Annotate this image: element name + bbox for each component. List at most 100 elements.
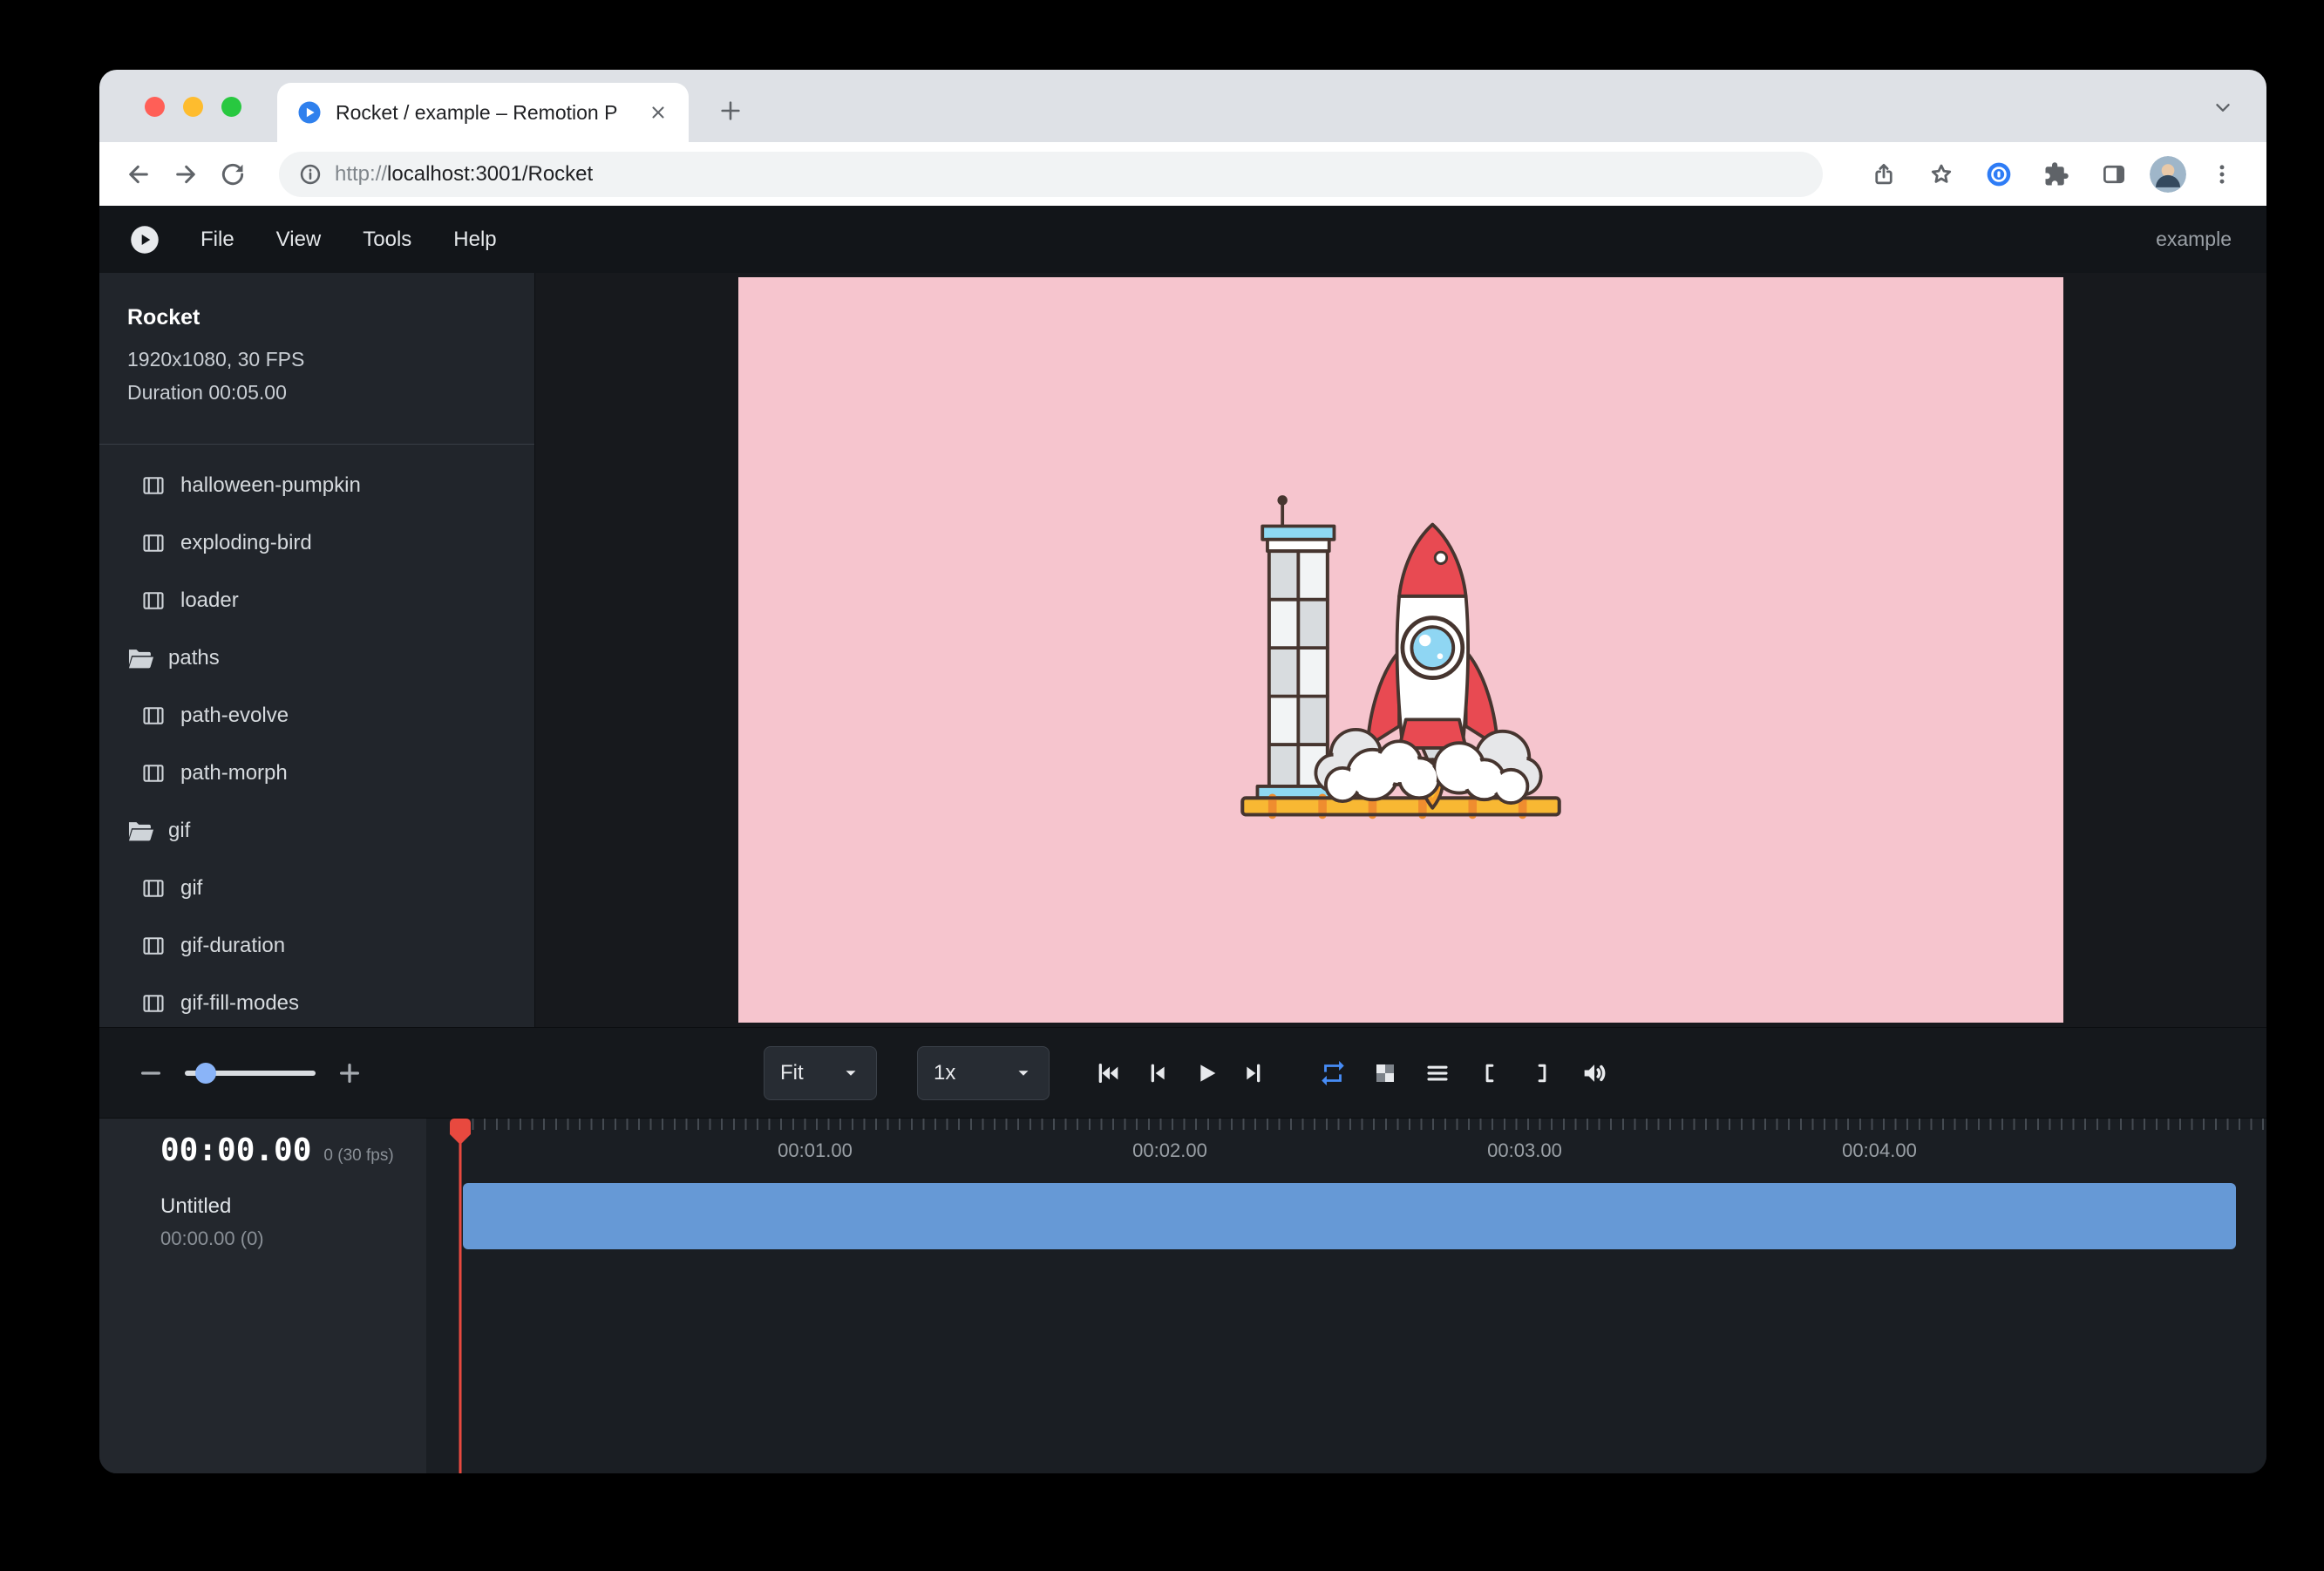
new-tab-button[interactable] [710, 90, 751, 132]
main-area: Rocket 1920x1080, 30 FPS Duration 00:05.… [99, 273, 2266, 1027]
previous-frame-icon[interactable] [1142, 1058, 1172, 1088]
playback-speed-value: 1x [934, 1061, 955, 1085]
zoom-in-icon[interactable] [335, 1058, 364, 1088]
view-toggles [1318, 1028, 1609, 1118]
track-name: Untitled [160, 1194, 426, 1219]
share-icon[interactable] [1862, 153, 1906, 196]
ruler-label: 00:04.00 [1842, 1139, 1917, 1162]
next-frame-icon[interactable] [1240, 1058, 1269, 1088]
volume-icon[interactable] [1580, 1058, 1609, 1088]
film-icon [141, 761, 166, 786]
timeline-track-bar[interactable] [463, 1183, 2236, 1249]
menu-view[interactable]: View [255, 219, 343, 261]
back-icon[interactable] [115, 151, 162, 198]
timeline-lane[interactable]: 00:01.00 00:02.00 00:03.00 00:04.00 [426, 1119, 2266, 1473]
ruler-label: 00:02.00 [1132, 1139, 1207, 1162]
canvas-size-value: Fit [780, 1061, 804, 1085]
folder-item[interactable]: gif [99, 802, 534, 860]
open-folder-icon [126, 816, 155, 846]
film-icon [141, 991, 166, 1016]
composition-label: loader [180, 588, 239, 613]
profile-avatar[interactable] [2150, 156, 2186, 193]
forward-icon[interactable] [162, 151, 209, 198]
transparency-checkerboard-icon[interactable] [1370, 1058, 1400, 1088]
timecode-value: 00:00.00 [160, 1132, 311, 1168]
loop-icon[interactable] [1318, 1058, 1348, 1088]
bookmark-star-icon[interactable] [1920, 153, 1963, 196]
menu-file[interactable]: File [180, 219, 255, 261]
folder-item[interactable]: paths [99, 629, 534, 687]
video-canvas [738, 277, 2063, 1023]
zoom-out-icon[interactable] [136, 1058, 166, 1088]
tab-strip: Rocket / example – Remotion P [99, 70, 2266, 142]
onepassword-extension-icon[interactable] [1977, 153, 2021, 196]
composition-label: exploding-bird [180, 531, 312, 555]
timeline-panel: 00:00.00 0 (30 fps) Untitled 00:00.00 (0… [99, 1118, 2266, 1473]
folder-label: gif [168, 819, 190, 843]
composition-item[interactable]: loader [99, 572, 534, 629]
minimize-window-button[interactable] [183, 97, 203, 117]
close-window-button[interactable] [145, 97, 165, 117]
composition-label: path-evolve [180, 704, 289, 728]
ruler-label: 00:03.00 [1487, 1139, 1562, 1162]
fullscreen-window-button[interactable] [221, 97, 241, 117]
composition-item[interactable]: gif [99, 860, 534, 917]
open-folder-icon [126, 643, 155, 673]
composition-item[interactable]: path-morph [99, 745, 534, 802]
folder-label: paths [168, 646, 220, 670]
url-field[interactable]: http://localhost:3001/Rocket [279, 152, 1823, 197]
browser-tab[interactable]: Rocket / example – Remotion P [277, 83, 689, 142]
remotion-logo-icon[interactable] [129, 224, 160, 255]
composition-item[interactable]: path-evolve [99, 687, 534, 745]
project-name-label: example [2156, 228, 2237, 251]
film-icon [141, 704, 166, 728]
composition-label: gif-duration [180, 934, 285, 958]
browser-menu-kebab-icon[interactable] [2200, 153, 2244, 196]
chevron-down-icon [841, 1064, 860, 1083]
traffic-lights [145, 97, 241, 117]
composition-item[interactable]: gif-duration [99, 917, 534, 975]
site-info-icon[interactable] [298, 162, 323, 187]
composition-label: halloween-pumpkin [180, 473, 361, 498]
timeline-rows-icon[interactable] [1423, 1058, 1452, 1088]
preview-area [535, 273, 2266, 1027]
playhead-handle[interactable] [450, 1119, 471, 1145]
playhead-line[interactable] [459, 1119, 462, 1473]
side-panel-icon[interactable] [2092, 153, 2136, 196]
composition-specs: 1920x1080, 30 FPS [127, 343, 506, 376]
film-icon [141, 876, 166, 901]
reload-icon[interactable] [209, 151, 256, 198]
frame-counter: 0 (30 fps) [323, 1146, 393, 1166]
playback-toolbar: Fit 1x [99, 1027, 2266, 1118]
zoom-slider[interactable] [185, 1071, 316, 1076]
tab-close-icon[interactable] [643, 98, 673, 127]
menu-tools[interactable]: Tools [342, 219, 432, 261]
compositions-sidebar: Rocket 1920x1080, 30 FPS Duration 00:05.… [99, 273, 535, 1027]
menu-help[interactable]: Help [432, 219, 517, 261]
tab-title: Rocket / example – Remotion P [336, 101, 630, 125]
composition-list: halloween-pumpkin exploding-bird loader … [99, 445, 534, 1027]
composition-label: gif [180, 876, 202, 901]
jump-to-start-icon[interactable] [1093, 1058, 1123, 1088]
tab-search-chevron-icon[interactable] [2204, 88, 2242, 126]
address-bar: http://localhost:3001/Rocket [99, 142, 2266, 206]
extensions-puzzle-icon[interactable] [2035, 153, 2078, 196]
composition-item[interactable]: gif-fill-modes [99, 975, 534, 1027]
film-icon [141, 473, 166, 498]
out-point-bracket-icon[interactable] [1527, 1058, 1557, 1088]
ruler-label: 00:01.00 [778, 1139, 853, 1162]
timeline-left-column: 00:00.00 0 (30 fps) Untitled 00:00.00 (0… [99, 1119, 426, 1473]
zoom-slider-knob[interactable] [195, 1063, 216, 1084]
composition-name: Rocket [127, 304, 506, 330]
track-range: 00:00.00 (0) [160, 1228, 426, 1250]
film-icon [141, 531, 166, 555]
address-bar-actions [1862, 142, 2244, 206]
composition-item[interactable]: halloween-pumpkin [99, 457, 534, 514]
playback-speed-dropdown[interactable]: 1x [917, 1046, 1050, 1100]
composition-label: path-morph [180, 761, 288, 786]
canvas-size-dropdown[interactable]: Fit [764, 1046, 877, 1100]
composition-item[interactable]: exploding-bird [99, 514, 534, 572]
play-icon[interactable] [1191, 1058, 1220, 1088]
in-point-bracket-icon[interactable] [1475, 1058, 1505, 1088]
film-icon [141, 934, 166, 958]
